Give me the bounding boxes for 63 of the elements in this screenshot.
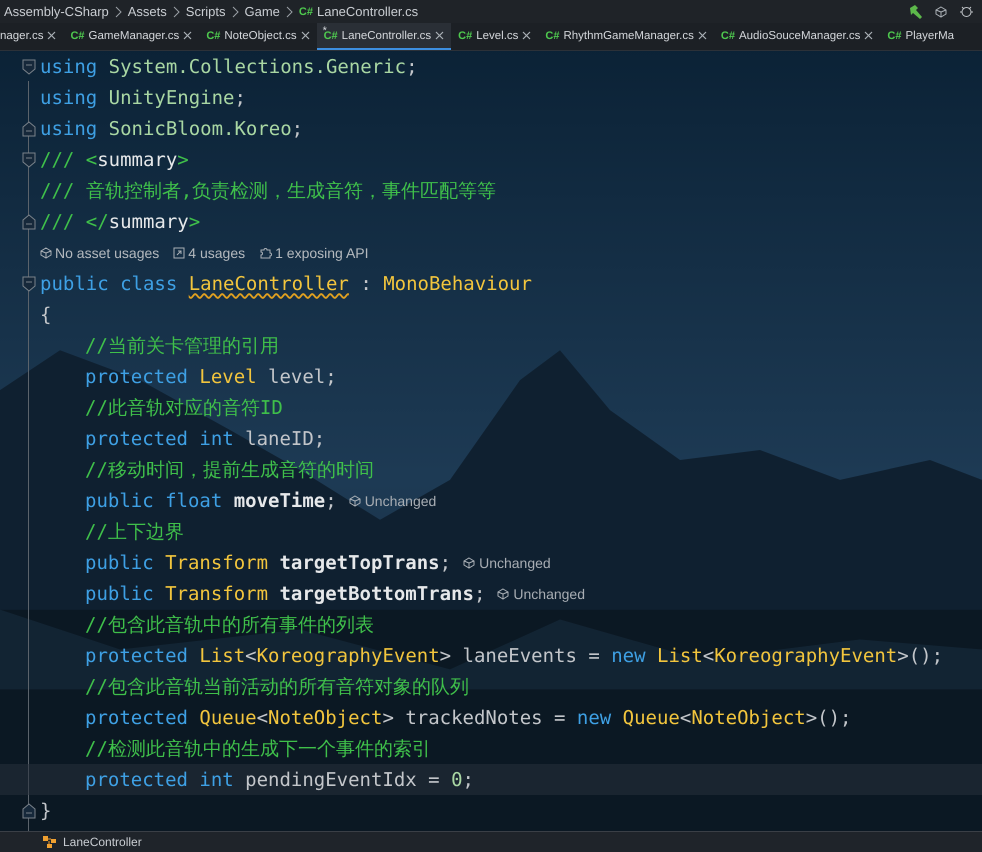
close-icon[interactable]	[47, 31, 56, 40]
usage-hint[interactable]: 1 exposing API	[259, 244, 369, 260]
code-line: }	[40, 800, 52, 822]
code-line: protected Queue<NoteObject> trackedNotes = new Queue<NoteObject>();	[85, 706, 852, 728]
code-line: protected Level level;	[85, 366, 337, 388]
bug-icon[interactable]	[959, 4, 974, 19]
code-line: protected int laneID;	[85, 428, 326, 450]
inlay-hint[interactable]: Unchanged	[348, 492, 436, 508]
editor-tab[interactable]: C# PlayerMa	[880, 23, 962, 50]
code-line: /// 音轨控制者,负责检测，生成音符，事件匹配等等	[40, 178, 496, 204]
code-line: using SonicBloom.Koreo;	[40, 118, 304, 140]
code-line: protected List<KoreographyEvent> laneEvents = new List<KoreographyEvent>();	[85, 644, 944, 666]
close-icon[interactable]	[183, 31, 192, 40]
cube-icon	[40, 246, 52, 258]
usage-hint[interactable]: No asset usages	[40, 244, 160, 260]
cube-icon	[497, 588, 510, 600]
chevron-icon	[114, 6, 122, 18]
cube-icon	[935, 6, 947, 18]
code-line: //包含此音轨中的所有事件的列表	[85, 612, 374, 638]
inlay-hint[interactable]: Unchanged	[463, 554, 551, 570]
code-line: using System.Collections.Generic;	[40, 56, 418, 78]
breadcrumb-item[interactable]: Game	[244, 4, 280, 19]
code-line: //此音轨对应的音符ID	[85, 396, 283, 420]
chevron-icon	[286, 6, 293, 18]
code-line: //上下边界	[85, 520, 184, 544]
code-line: {	[40, 304, 52, 326]
editor-tab[interactable]: C# RhythmGameManager.cs	[538, 23, 714, 50]
close-icon[interactable]	[522, 31, 532, 40]
close-icon[interactable]	[300, 31, 310, 40]
code-line: /// </summary>	[40, 210, 200, 232]
puzzle-icon	[259, 246, 272, 258]
close-icon[interactable]	[435, 31, 444, 40]
code-line: /// <summary>	[40, 148, 189, 170]
inlay-hint[interactable]: Unchanged	[497, 586, 586, 602]
editor-tab[interactable]: nager.cs	[0, 23, 64, 50]
cube-icon	[348, 494, 361, 506]
chevron-icon	[172, 6, 180, 18]
chevron-icon	[232, 6, 239, 18]
code-line: protected int pendingEventIdx = 0;	[85, 768, 474, 790]
hammer-icon[interactable]	[907, 4, 923, 20]
code-line: public class LaneController : MonoBehaviour	[40, 272, 532, 294]
usage-hint[interactable]: 4 usages	[173, 244, 246, 260]
code-line: public Transform targetTopTrans;	[85, 552, 452, 574]
breadcrumb-item[interactable]: Assets	[128, 4, 167, 19]
class-icon	[42, 835, 58, 849]
code-line: //检测此音轨中的生成下一个事件的索引	[85, 736, 431, 762]
code-line: public float moveTime;	[85, 490, 337, 512]
editor-tab[interactable]: C# Level.cs	[451, 23, 538, 50]
code-line: public Transform targetBottomTrans;	[85, 582, 486, 604]
breadcrumb-item[interactable]: Scripts	[186, 4, 226, 19]
cube-icon	[463, 556, 476, 568]
breadcrumb-item[interactable]: C# LaneController.cs	[298, 4, 418, 19]
class-breadcrumb[interactable]: LaneController	[63, 835, 142, 849]
code-line: //当前关卡管理的引用	[85, 334, 279, 358]
code-line: //包含此音轨当前活动的所有音符对象的队列	[85, 674, 469, 700]
code-line: //移动时间，提前生成音符的时间	[85, 458, 374, 482]
code-line: using UnityEngine;	[40, 86, 246, 108]
editor-tab[interactable]: C# GameManager.cs	[63, 23, 200, 50]
editor-tab[interactable]: C# AudioSouceManager.cs	[714, 23, 880, 50]
breadcrumb-item[interactable]: Assembly-CSharp	[4, 4, 109, 19]
editor-tab[interactable]: C# NoteObject.cs	[199, 23, 317, 50]
close-icon[interactable]	[864, 31, 874, 40]
close-icon[interactable]	[698, 31, 707, 40]
